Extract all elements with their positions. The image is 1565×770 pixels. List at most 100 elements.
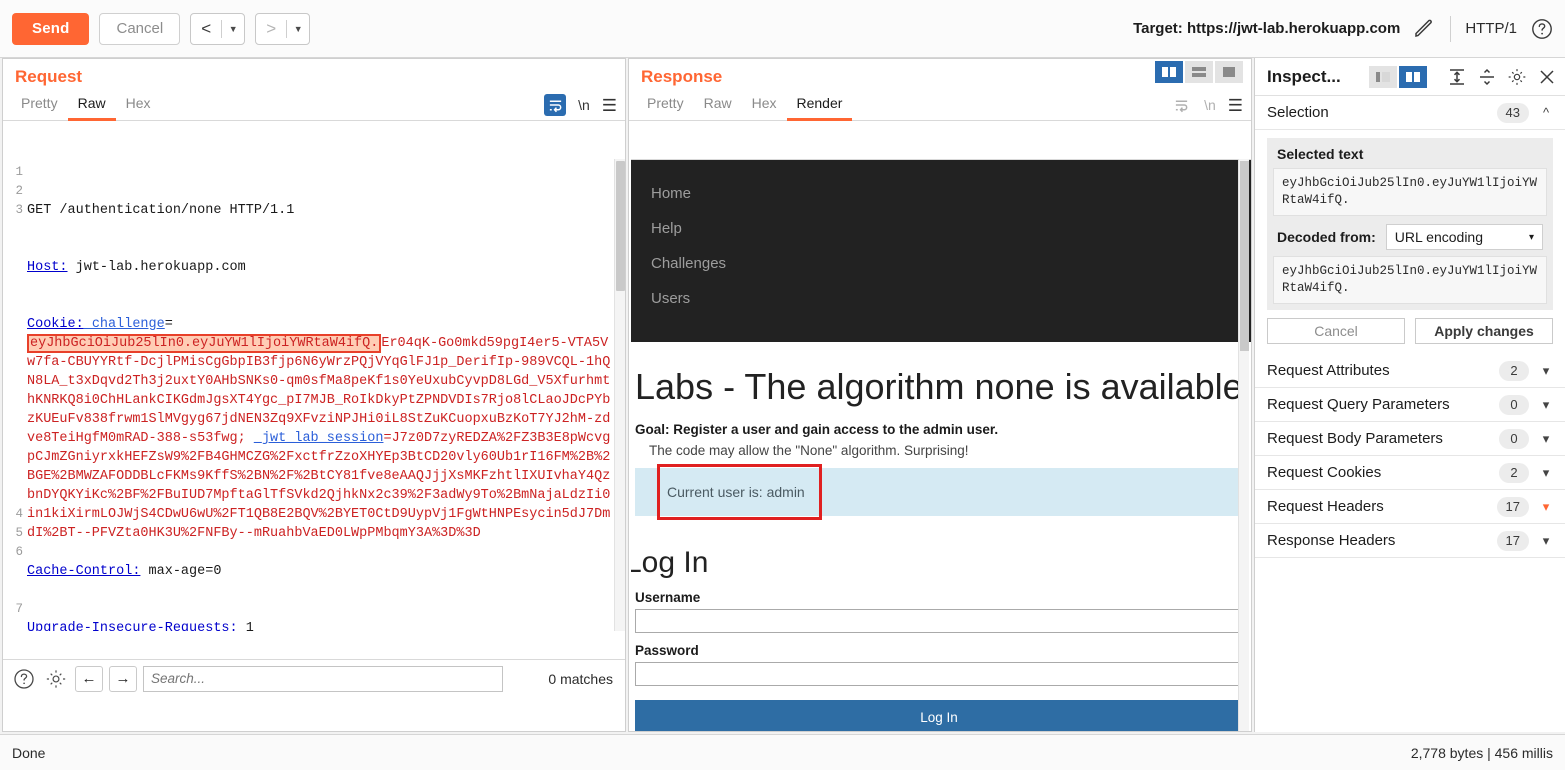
request-scrollbar[interactable] — [614, 159, 625, 631]
chevron-down-icon[interactable]: ▾ — [1539, 397, 1553, 413]
response-pane: Response Pretty Raw Hex Render \n ☰ Home… — [628, 58, 1252, 732]
cancel-button[interactable]: Cancel — [1267, 318, 1405, 344]
section-count-badge: 43 — [1496, 102, 1529, 123]
response-render-view[interactable]: Home Help Challenges Users Labs - The al… — [631, 159, 1251, 731]
selection-action-buttons: Cancel Apply changes — [1267, 310, 1553, 344]
http-version-selector[interactable]: HTTP/1 — [1465, 20, 1517, 37]
inspector-section-request-headers[interactable]: Request Headers 17 ▾ — [1255, 490, 1565, 524]
request-editor[interactable]: 1 2 3 4 5 6 7 GET /authentication/none H… — [3, 159, 625, 631]
selected-text-label: Selected text — [1277, 146, 1364, 162]
tab-request-raw[interactable]: Raw — [67, 91, 116, 121]
decoded-from-select[interactable]: URL encoding ▾ — [1385, 224, 1543, 250]
inspector-section-response-headers[interactable]: Response Headers 17 ▾ — [1255, 524, 1565, 558]
status-metrics: 2,778 bytes | 456 millis — [1410, 744, 1553, 761]
chevron-down-icon[interactable]: ▾ — [1539, 431, 1553, 447]
split-vertical-icon[interactable] — [1155, 61, 1183, 83]
selected-jwt-highlight[interactable]: eyJhbGciOiJub25lIn0.eyJuYW1lIjoiYWRtaW4i… — [27, 334, 382, 353]
chevron-down-icon[interactable]: ▾ — [1539, 465, 1553, 481]
response-tab-icons: \n ☰ — [1170, 94, 1243, 116]
request-title: Request — [15, 67, 83, 86]
inspector-section-request-attributes[interactable]: Request Attributes 2 ▾ — [1255, 354, 1565, 388]
panes-container: Request Pretty Raw Hex \n ☰ 1 2 3 4 5 6 … — [0, 58, 1565, 732]
status-message: Done — [12, 744, 46, 761]
question-circle-icon[interactable] — [11, 666, 37, 692]
collapse-all-icon[interactable] — [1477, 67, 1497, 87]
decoded-value[interactable]: eyJhbGciOiJub25lIn0.eyJuYW1lIjoiYWRtaW4i… — [1273, 256, 1547, 304]
tab-response-raw[interactable]: Raw — [694, 91, 742, 121]
tab-response-hex[interactable]: Hex — [742, 91, 787, 121]
hamburger-menu-icon[interactable]: ☰ — [602, 97, 617, 114]
inspector-section-request-query-parameters[interactable]: Request Query Parameters 0 ▾ — [1255, 388, 1565, 422]
split-horizontal-icon[interactable] — [1185, 61, 1213, 83]
password-input[interactable] — [635, 662, 1243, 686]
header-key-upgrade-insecure-requests: Upgrade-Insecure-Requests: — [27, 621, 238, 631]
nav-link-help[interactable]: Help — [651, 211, 1251, 246]
tab-response-render[interactable]: Render — [786, 91, 853, 121]
show-newlines-icon[interactable]: \n — [1204, 97, 1216, 113]
inspector-section-selection[interactable]: Selection 43 ^ — [1255, 96, 1565, 130]
inspector-right-icon[interactable] — [1399, 65, 1427, 88]
chevron-down-icon[interactable]: ▾ — [1539, 499, 1553, 515]
line-number: 5 — [15, 526, 23, 540]
search-match-count: 0 matches — [548, 670, 613, 687]
username-label: Username — [635, 590, 701, 605]
back-nav-group[interactable]: < ▼ — [190, 12, 246, 45]
nav-link-home[interactable]: Home — [651, 176, 1251, 211]
password-label: Password — [635, 643, 699, 658]
tab-request-hex[interactable]: Hex — [116, 91, 161, 121]
send-button[interactable]: Send — [12, 12, 90, 45]
selected-text-value[interactable]: eyJhbGciOiJub25lIn0.eyJuYW1lIjoiYWRtaW4i… — [1273, 168, 1547, 216]
scrollbar-thumb[interactable] — [616, 161, 625, 291]
close-icon[interactable] — [1537, 67, 1557, 87]
response-scrollbar[interactable] — [1238, 159, 1249, 731]
chevron-down-icon[interactable]: ▾ — [1539, 363, 1553, 379]
back-arrow-icon[interactable]: < — [191, 14, 221, 44]
tab-response-pretty[interactable]: Pretty — [637, 91, 694, 121]
show-newlines-icon[interactable]: \n — [578, 97, 590, 113]
section-count-badge: 17 — [1496, 530, 1529, 551]
username-input[interactable] — [635, 609, 1243, 633]
search-prev-button[interactable]: ← — [75, 665, 103, 692]
back-history-chevron-down-icon[interactable]: ▼ — [222, 14, 244, 44]
inspector-section-request-cookies[interactable]: Request Cookies 2 ▾ — [1255, 456, 1565, 490]
login-button[interactable]: Log In — [635, 700, 1243, 731]
tab-request-pretty[interactable]: Pretty — [11, 91, 68, 121]
search-input[interactable] — [143, 665, 503, 692]
apply-changes-button[interactable]: Apply changes — [1415, 318, 1553, 344]
chevron-up-icon[interactable]: ^ — [1539, 105, 1553, 120]
site-body: Labs - The algorithm none is available G… — [631, 342, 1251, 731]
response-tabs: Pretty Raw Hex Render \n ☰ — [629, 61, 1251, 121]
hamburger-menu-icon[interactable]: ☰ — [1228, 97, 1243, 114]
request-pane: Request Pretty Raw Hex \n ☰ 1 2 3 4 5 6 … — [2, 58, 626, 732]
pencil-icon[interactable] — [1412, 17, 1436, 41]
search-next-button[interactable]: → — [109, 665, 137, 692]
scrollbar-thumb[interactable] — [1240, 161, 1249, 351]
goal-text: Goal: Register a user and gain access to… — [635, 422, 999, 437]
nav-link-users[interactable]: Users — [651, 281, 1251, 316]
word-wrap-icon[interactable] — [544, 94, 567, 116]
gear-icon[interactable] — [1507, 67, 1527, 87]
word-wrap-icon[interactable] — [1170, 94, 1192, 116]
forward-nav-group[interactable]: > ▼ — [255, 12, 311, 45]
inspector-left-icon[interactable] — [1369, 65, 1397, 88]
burp-repeater-window: Send Cancel < ▼ > ▼ Target: https://jwt-… — [0, 0, 1565, 770]
request-tabs: Pretty Raw Hex \n ☰ — [3, 89, 625, 121]
section-count-badge: 17 — [1496, 496, 1529, 517]
request-raw-text[interactable]: GET /authentication/none HTTP/1.1 Host: … — [27, 159, 613, 631]
gear-icon[interactable] — [43, 666, 69, 692]
forward-arrow-icon[interactable]: > — [256, 14, 286, 44]
decoded-from-value: URL encoding — [1394, 229, 1484, 245]
single-pane-icon[interactable] — [1215, 61, 1243, 83]
cancel-button[interactable]: Cancel — [99, 12, 181, 45]
current-user-text: Current user is: admin — [667, 484, 805, 500]
expand-all-icon[interactable] — [1447, 67, 1467, 87]
question-circle-icon[interactable] — [1531, 18, 1553, 40]
forward-history-chevron-down-icon[interactable]: ▼ — [287, 14, 309, 44]
inspector-section-request-body-parameters[interactable]: Request Body Parameters 0 ▾ — [1255, 422, 1565, 456]
nav-link-challenges[interactable]: Challenges — [651, 246, 1251, 281]
decoded-from-row: Decoded from: URL encoding ▾ — [1273, 216, 1547, 256]
subtitle-text: The code may allow the "None" algorithm.… — [649, 443, 969, 458]
line-number: 3 — [15, 203, 23, 217]
chevron-down-icon[interactable]: ▾ — [1539, 533, 1553, 549]
header-key-cookie: Cookie: — [27, 317, 84, 332]
